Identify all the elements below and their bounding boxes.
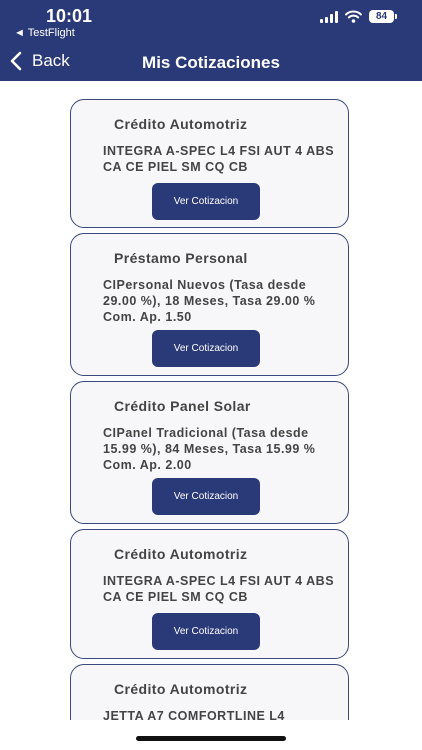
status-time: 10:01 (46, 6, 93, 26)
card-title: Crédito Automotriz (114, 546, 248, 562)
home-indicator[interactable] (136, 736, 286, 741)
quote-card: Crédito Automotriz INTEGRA A-SPEC L4 FSI… (70, 99, 349, 228)
card-description: CIPanel Tradicional (Tasa desde 15.99 %)… (103, 426, 316, 472)
view-quote-button[interactable]: Ver Cotizacion (152, 183, 260, 220)
quotes-list[interactable]: Crédito Automotriz INTEGRA A-SPEC L4 FSI… (0, 81, 422, 720)
card-description: INTEGRA A-SPEC L4 FSI AUT 4 ABS CA CE PI… (103, 144, 335, 174)
card-title: Crédito Panel Solar (114, 398, 251, 414)
quote-card: Crédito Panel Solar CIPanel Tradicional … (70, 381, 349, 524)
signal-icon (320, 10, 338, 23)
card-description: INTEGRA A-SPEC L4 FSI AUT 4 ABS CA CE PI… (103, 574, 335, 604)
quote-card: Crédito Automotriz INTEGRA A-SPEC L4 FSI… (70, 529, 349, 659)
view-quote-button[interactable]: Ver Cotizacion (152, 613, 260, 650)
card-description: JETTA A7 COMFORTLINE L4 (103, 709, 285, 720)
view-quote-button[interactable]: Ver Cotizacion (152, 478, 260, 515)
view-quote-button[interactable]: Ver Cotizacion (152, 330, 260, 367)
wifi-icon (345, 10, 362, 23)
card-description: CIPersonal Nuevos (Tasa desde 29.00 %), … (103, 278, 316, 324)
battery-icon: 84 (369, 10, 397, 23)
card-title: Crédito Automotriz (114, 681, 248, 697)
top-bar: 10:01 ◄ TestFlight 84 Back Mis Cotizacio… (0, 0, 422, 81)
card-title: Crédito Automotriz (114, 116, 248, 132)
status-icons: 84 (320, 10, 397, 23)
card-title: Préstamo Personal (114, 250, 248, 266)
page-title: Mis Cotizaciones (142, 53, 280, 72)
quote-card: Préstamo Personal CIPersonal Nuevos (Tas… (70, 233, 349, 376)
back-to-testflight[interactable]: ◄ TestFlight (14, 27, 75, 39)
quote-card: Crédito Automotriz JETTA A7 COMFORTLINE … (70, 664, 349, 720)
